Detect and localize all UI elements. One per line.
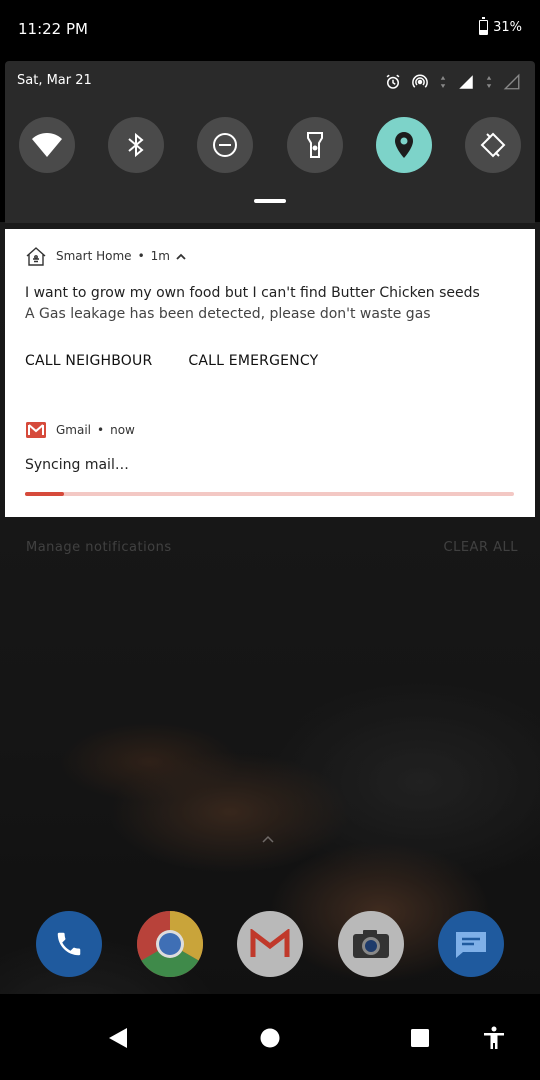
auto-rotate-tile[interactable] <box>464 117 521 173</box>
smart-home-time: 1m <box>150 249 170 263</box>
call-emergency-button[interactable]: CALL EMERGENCY <box>188 353 318 369</box>
accessibility-icon[interactable] <box>482 1026 506 1050</box>
app-dock <box>36 911 504 977</box>
flashlight-icon <box>306 132 323 158</box>
call-neighbour-button[interactable]: CALL NEIGHBOUR <box>25 353 152 369</box>
gmail-title: Syncing mail… <box>25 457 129 473</box>
status-time: 11:22 PM <box>18 20 88 38</box>
sync-progress-bar <box>25 492 514 496</box>
qs-status-icons <box>384 73 521 91</box>
data-arrows-icon-2 <box>486 76 492 88</box>
sync-progress-fill <box>25 492 65 496</box>
messages-app-icon[interactable] <box>438 911 504 977</box>
gmail-app-name: Gmail <box>56 423 92 437</box>
smart-home-title: I want to grow my own food but I can't f… <box>25 285 480 301</box>
phone-app-icon[interactable] <box>36 911 102 977</box>
gmail-dock-icon[interactable] <box>237 911 303 977</box>
auto-rotate-icon <box>480 132 506 158</box>
battery-percent: 31% <box>493 20 522 35</box>
location-icon <box>394 132 413 158</box>
navigation-bar <box>0 994 540 1080</box>
wifi-tile[interactable] <box>19 117 75 173</box>
signal-icon <box>459 75 473 89</box>
app-drawer-chevron-icon[interactable] <box>262 832 274 846</box>
qs-date[interactable]: Sat, Mar 21 <box>17 73 92 88</box>
status-right: 31% <box>479 17 522 35</box>
qs-drag-handle[interactable] <box>254 199 286 203</box>
quick-settings-panel: Sat, Mar 21 <box>5 61 535 223</box>
wifi-icon <box>32 133 62 157</box>
dot-separator-2: • <box>97 423 105 437</box>
bluetooth-icon <box>128 132 144 158</box>
smart-home-text: A Gas leakage has been detected, please … <box>25 306 431 322</box>
camera-app-icon[interactable] <box>337 911 404 977</box>
data-arrows-icon <box>440 76 446 88</box>
hotspot-icon <box>412 74 428 88</box>
status-bar: 11:22 PM 31% <box>0 0 540 60</box>
gmail-app-icon <box>25 419 47 441</box>
back-icon[interactable] <box>106 1026 130 1050</box>
alarm-icon <box>386 74 400 89</box>
gmail-time: now <box>110 423 135 437</box>
gmail-notification-header[interactable]: Gmail • now <box>25 419 135 441</box>
dot-separator: • <box>137 249 145 263</box>
clear-all-label[interactable]: CLEAR ALL <box>444 540 518 555</box>
recents-icon[interactable] <box>408 1026 432 1050</box>
smart-home-app-icon <box>25 245 47 267</box>
notification-panel: Smart Home • 1m I want to grow my own fo… <box>5 229 535 517</box>
dnd-icon <box>213 133 238 157</box>
smart-home-app-name: Smart Home <box>56 249 132 263</box>
smart-home-notification-header[interactable]: Smart Home • 1m <box>25 245 186 267</box>
flashlight-tile[interactable] <box>286 117 343 173</box>
chevron-up-icon[interactable] <box>176 253 186 260</box>
home-icon[interactable] <box>258 1026 282 1050</box>
smart-home-actions: CALL NEIGHBOUR CALL EMERGENCY <box>25 353 318 369</box>
bluetooth-tile[interactable] <box>108 117 165 173</box>
location-tile[interactable] <box>375 117 432 173</box>
battery-icon <box>479 17 489 35</box>
dnd-tile[interactable] <box>197 117 254 173</box>
chrome-app-icon[interactable] <box>136 911 203 977</box>
no-signal-icon <box>503 73 520 90</box>
quick-settings-tiles <box>19 117 521 173</box>
manage-notifications-label[interactable]: Manage notifications <box>26 540 172 555</box>
